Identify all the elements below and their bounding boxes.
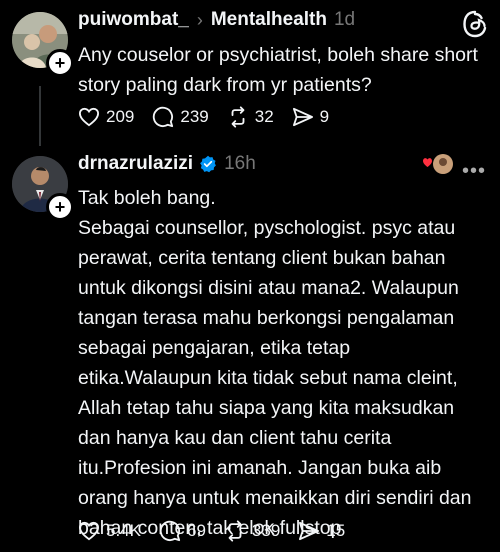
- follow-plus-icon[interactable]: +: [46, 193, 74, 221]
- like-button[interactable]: 5.4K: [78, 521, 141, 541]
- share-count: 15: [326, 521, 346, 540]
- share-count: 9: [319, 107, 330, 126]
- comment-icon: [153, 106, 174, 128]
- timestamp: 1d: [333, 9, 356, 30]
- follow-plus-icon[interactable]: +: [46, 49, 74, 77]
- share-icon: [292, 107, 313, 127]
- comment-button[interactable]: 69: [159, 520, 206, 542]
- comment-icon: [159, 520, 181, 542]
- liked-by-author-icon: [421, 153, 455, 175]
- repost-button[interactable]: 32: [227, 106, 274, 128]
- repost-button[interactable]: 339: [224, 520, 280, 542]
- thread-connector-line: [39, 86, 41, 146]
- share-icon: [299, 521, 320, 541]
- verified-badge-icon: [200, 155, 216, 173]
- username[interactable]: drnazrulazizi: [78, 153, 193, 175]
- like-button[interactable]: 209: [78, 107, 134, 127]
- post-header: drnazrulazizi 16h: [78, 153, 256, 175]
- like-count: 5.4K: [106, 521, 141, 540]
- share-button[interactable]: 9: [292, 107, 329, 127]
- post-original: + puiwombat_ › Mentalhealth 1d Any couse…: [0, 0, 500, 146]
- timestamp: 16h: [224, 153, 256, 174]
- action-bar: 5.4K 69 339 15: [78, 520, 363, 542]
- repost-icon: [231, 106, 245, 128]
- topic-tag[interactable]: Mentalhealth: [211, 9, 327, 31]
- heart-icon: [78, 107, 100, 127]
- comment-count: 69: [186, 521, 206, 540]
- like-count: 209: [106, 107, 135, 126]
- comment-count: 239: [180, 107, 209, 126]
- action-bar: 209 239 32 9: [78, 106, 347, 128]
- post-header: puiwombat_ › Mentalhealth 1d: [78, 9, 355, 31]
- username[interactable]: puiwombat_: [78, 9, 189, 31]
- repost-icon: [228, 520, 242, 542]
- comment-button[interactable]: 239: [152, 106, 209, 128]
- heart-icon: [78, 521, 100, 541]
- more-options-icon[interactable]: •••: [462, 160, 486, 183]
- post-text: Any couselor or psychiatrist, boleh shar…: [78, 44, 478, 96]
- post-text: Tak boleh bang. Sebagai counsellor, pysc…: [78, 187, 472, 539]
- chevron-right-icon: ›: [196, 9, 203, 30]
- repost-count: 339: [251, 521, 281, 540]
- share-button[interactable]: 15: [298, 521, 345, 541]
- repost-count: 32: [254, 107, 274, 126]
